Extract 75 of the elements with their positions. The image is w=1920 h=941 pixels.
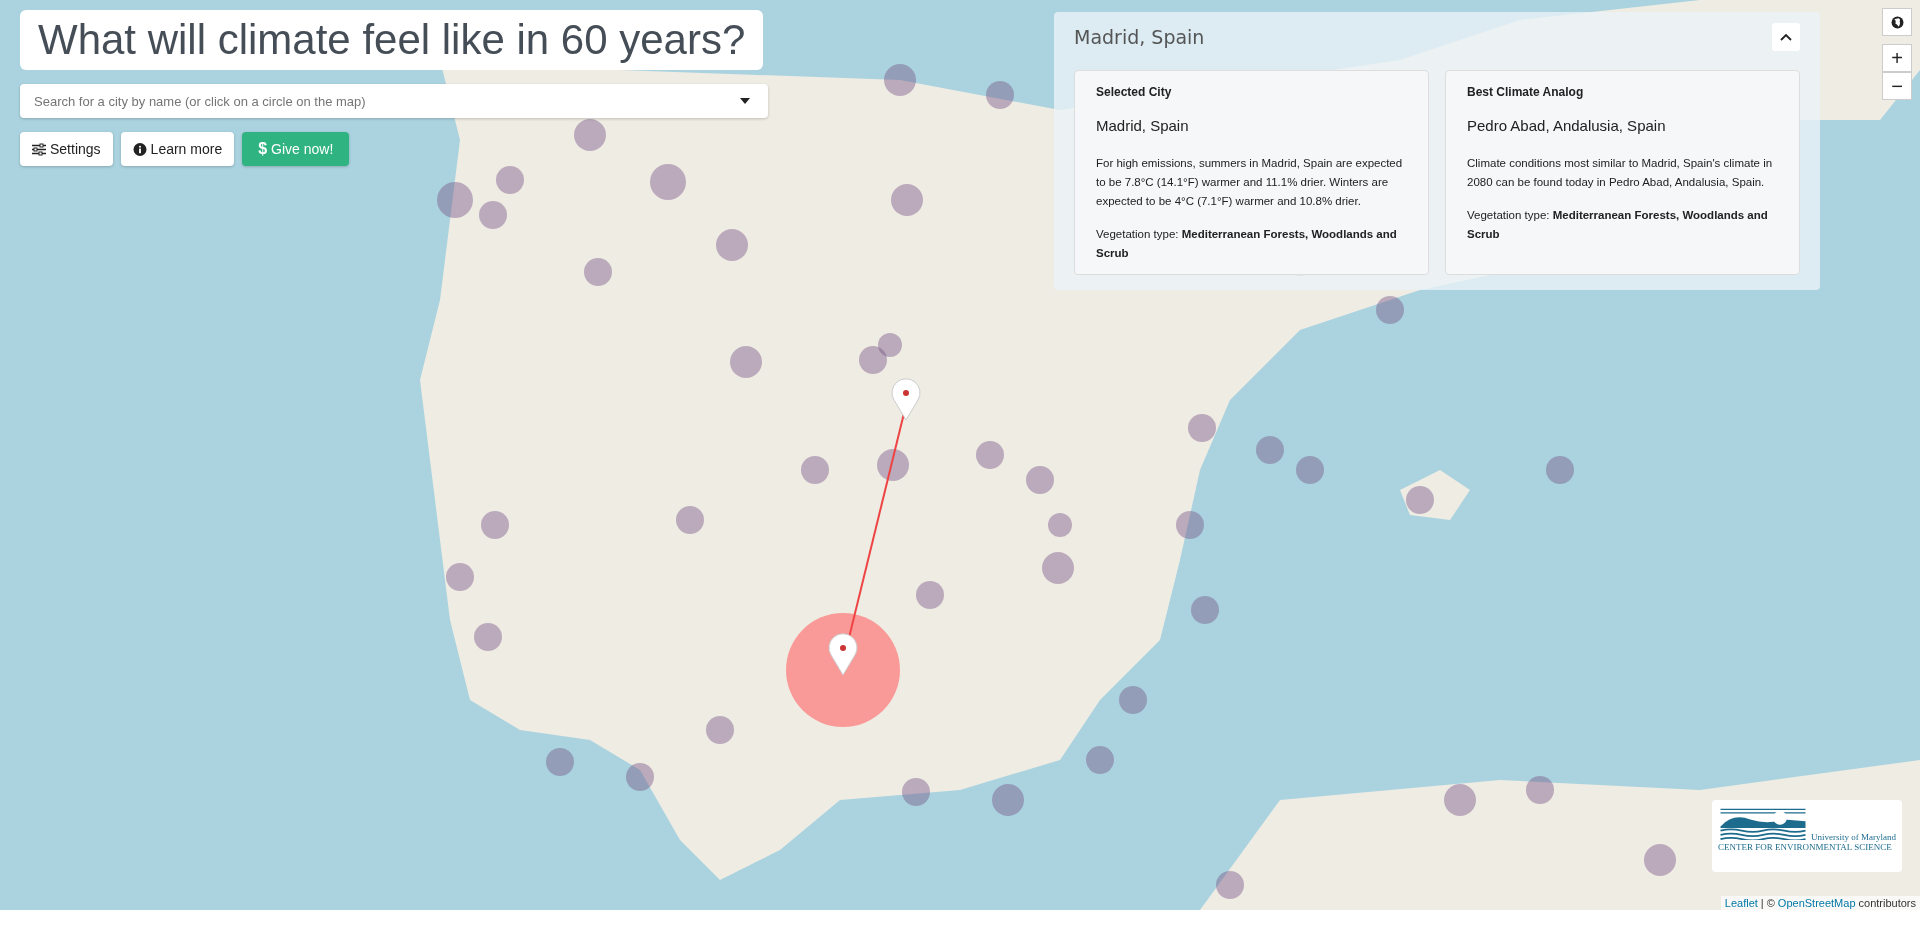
city-circle[interactable] [1644, 844, 1676, 876]
city-circle[interactable] [474, 623, 502, 651]
panel-title: Madrid, Spain [1074, 26, 1205, 48]
openstreetmap-link[interactable]: OpenStreetMap [1777, 897, 1856, 909]
city-circle[interactable] [650, 164, 686, 200]
city-circle[interactable] [902, 778, 930, 806]
city-circle[interactable] [546, 748, 574, 776]
card-heading: Best Climate Analog [1467, 85, 1585, 99]
city-circle[interactable] [1176, 511, 1204, 539]
city-circle[interactable] [1216, 871, 1244, 899]
city-circle[interactable] [986, 81, 1014, 109]
city-circle[interactable] [437, 182, 473, 218]
city-circle[interactable] [730, 346, 762, 378]
card-heading: Selected City [1096, 85, 1173, 99]
city-name: Madrid, Spain [1096, 117, 1190, 134]
globe-icon [1890, 15, 1904, 29]
city-circle[interactable] [446, 563, 474, 591]
settings-button[interactable]: Settings [20, 132, 113, 166]
collapse-button[interactable] [1772, 23, 1800, 51]
city-circle[interactable] [1042, 552, 1074, 584]
city-circle[interactable] [1406, 486, 1434, 514]
sliders-icon [32, 142, 46, 156]
city-circle[interactable] [1191, 596, 1219, 624]
card-description: For high emissions, summers in Madrid, Spain are expected to be 7.8°C (14.1°F) warmer and 11.1% drier. Winters are expected to be 4°C (7.1°F) warmer and 10.8% drier. [1096, 156, 1404, 209]
city-circle[interactable] [1256, 436, 1284, 464]
city-circle[interactable] [859, 346, 887, 374]
city-circle[interactable] [1188, 414, 1216, 442]
logo-title: CENTER FOR ENVIRONMENTAL SCIENCE [1718, 842, 1893, 852]
zoom-in-button[interactable]: + [1882, 44, 1912, 72]
city-circle[interactable] [584, 258, 612, 286]
city-circle[interactable] [1444, 784, 1476, 816]
city-circle[interactable] [1048, 513, 1072, 537]
city-circle[interactable] [801, 456, 829, 484]
search-field[interactable]: Search for a city by name (or click on a circle on the map) [20, 84, 768, 118]
city-circle[interactable] [877, 449, 909, 481]
logo-subtitle: University of Maryland [1811, 832, 1896, 842]
zoom-out-button[interactable]: − [1882, 72, 1912, 100]
map-pin-icon[interactable] [891, 378, 921, 421]
info-button[interactable]: Learn more [120, 132, 235, 166]
vegetation-text: Vegetation type: Mediterranean Forests, Woodlands and Scrub [1467, 208, 1769, 242]
city-circle[interactable] [626, 763, 654, 791]
city-circle[interactable] [1526, 776, 1554, 804]
chevron-icon [1780, 33, 1792, 41]
city-circle[interactable] [716, 229, 748, 261]
card-description: Climate conditions most similar to Madrid, Spain's climate in 2080 can be found today in Pedro Abad, Andalusia, Spain. [1467, 156, 1774, 190]
city-circle[interactable] [479, 201, 507, 229]
city-circle[interactable] [1026, 466, 1054, 494]
city-circle[interactable] [481, 511, 509, 539]
city-circle[interactable] [676, 506, 704, 534]
leaflet-link[interactable]: Leaflet [1724, 897, 1758, 909]
city-circle[interactable] [1376, 296, 1404, 324]
page-title: What will climate feel like in 60 years? [20, 10, 764, 70]
city-circle[interactable] [891, 184, 923, 216]
city-circle[interactable] [884, 64, 916, 96]
city-circle[interactable] [1119, 686, 1147, 714]
city-circle[interactable] [976, 441, 1004, 469]
city-circle[interactable] [878, 333, 902, 357]
city-name: Pedro Abad, Andalusia, Spain [1467, 117, 1667, 134]
city-circle[interactable] [496, 166, 524, 194]
city-circle[interactable] [992, 784, 1024, 816]
city-circle[interactable] [706, 716, 734, 744]
contributors-text: contributors [1858, 897, 1916, 909]
caret-icon [740, 98, 750, 104]
island-drawing [1400, 470, 1470, 520]
city-circle[interactable] [1296, 456, 1324, 484]
vegetation-text: Vegetation type: Mediterranean Forests, Woodlands and Scrub [1096, 227, 1398, 261]
city-circle[interactable] [1086, 746, 1114, 774]
globe-button[interactable] [1882, 8, 1912, 36]
city-circle[interactable] [916, 581, 944, 609]
map-pin-icon[interactable] [828, 633, 858, 676]
city-circle[interactable] [1546, 456, 1574, 484]
waves-logo-icon [1718, 806, 1808, 840]
separator-text: | © [1760, 897, 1775, 909]
info-icon [132, 142, 147, 156]
city-circle[interactable] [574, 119, 606, 151]
